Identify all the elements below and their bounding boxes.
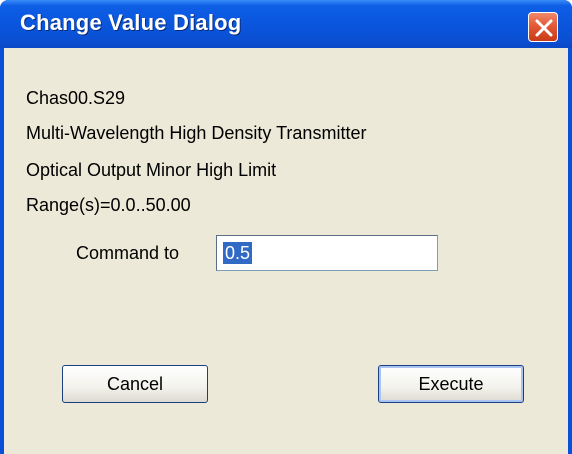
change-value-dialog: Change Value Dialog Chas00.S29 Multi-Wav… xyxy=(0,0,572,454)
dialog-title: Change Value Dialog xyxy=(20,10,242,35)
command-value-selected-text: 0.5 xyxy=(223,242,253,264)
command-value-input[interactable]: 0.5 xyxy=(216,235,438,271)
range-text: Range(s)=0.0..50.00 xyxy=(26,195,191,215)
cancel-button[interactable]: Cancel xyxy=(62,365,208,403)
close-button[interactable] xyxy=(528,12,558,42)
close-x-icon xyxy=(535,19,553,37)
dialog-body: Chas00.S29 Multi-Wavelength High Density… xyxy=(4,48,568,454)
parameter-name-text: Optical Output Minor High Limit xyxy=(26,160,277,180)
title-bar[interactable]: Change Value Dialog xyxy=(0,0,572,48)
device-name-text: Multi-Wavelength High Density Transmitte… xyxy=(26,123,367,143)
command-label: Command to xyxy=(76,243,180,263)
item-id-text: Chas00.S29 xyxy=(26,88,126,108)
execute-button[interactable]: Execute xyxy=(378,365,524,403)
